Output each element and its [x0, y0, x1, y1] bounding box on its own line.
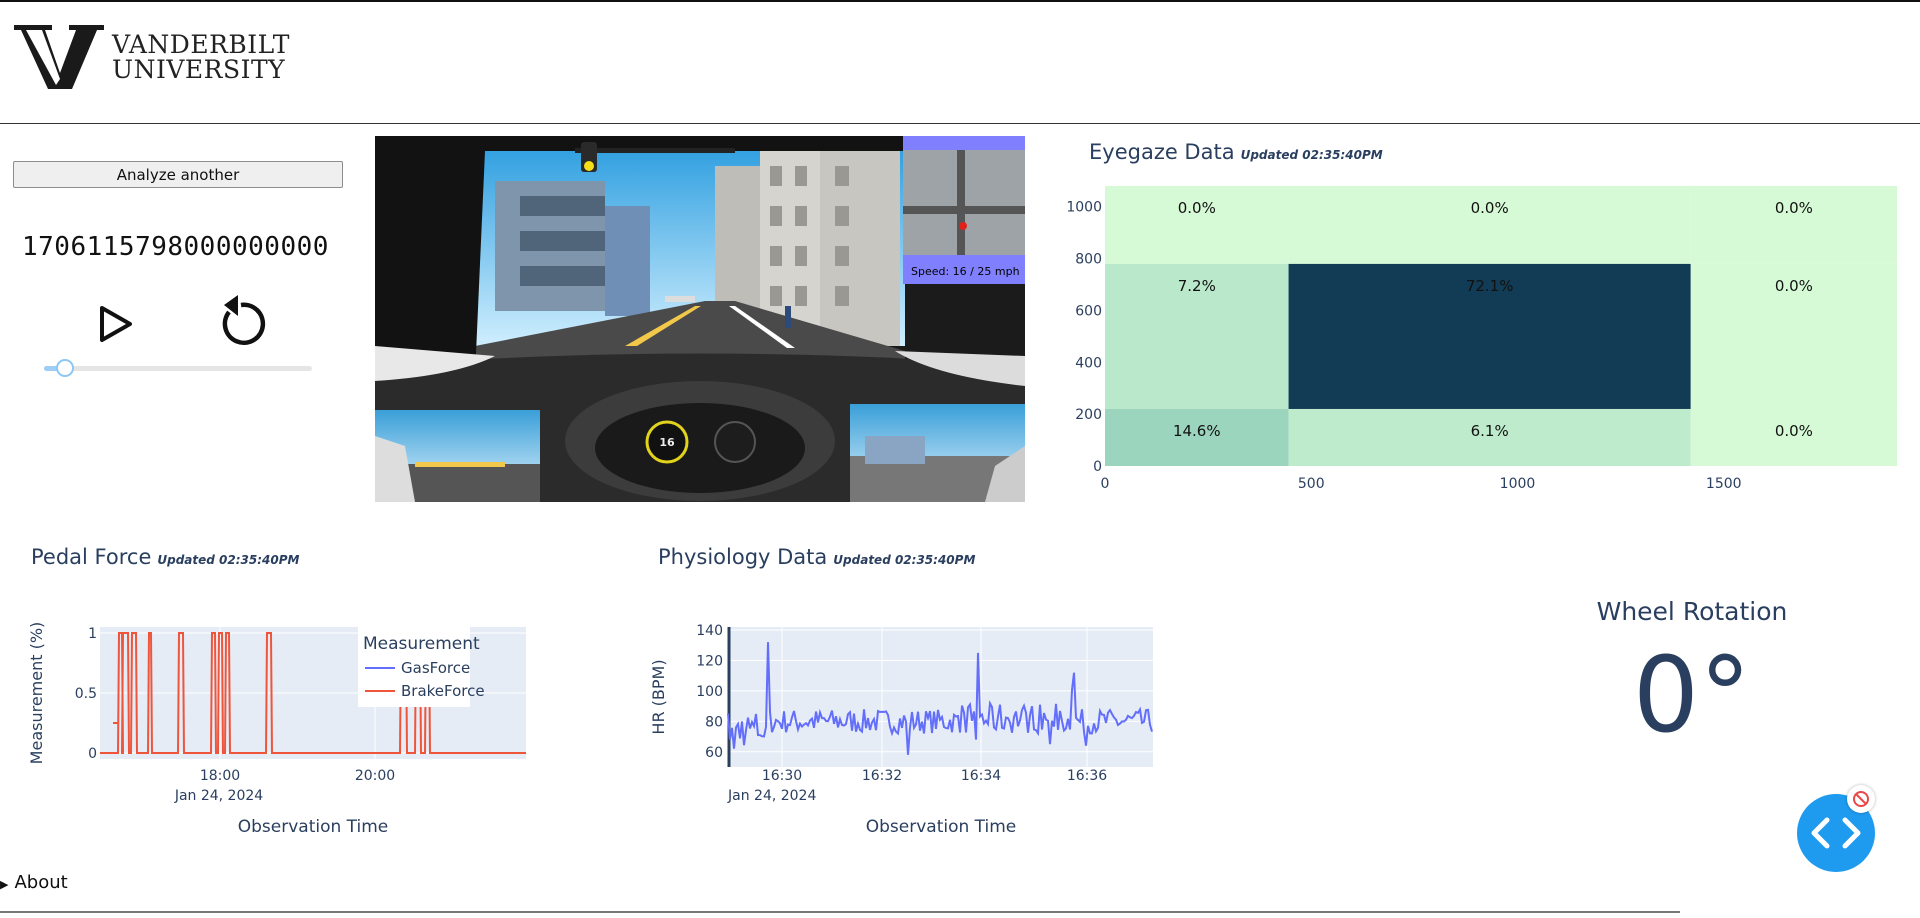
y-tick-label: 60: [705, 745, 723, 761]
speed-readout: Speed: 16 / 25 mph: [911, 265, 1020, 278]
x-axis-title: Observation Time: [238, 817, 389, 837]
logo-line2: UNIVERSITY: [112, 55, 286, 84]
logo-line1: VANDERBILT: [112, 30, 290, 59]
y-tick-label: 800: [1075, 252, 1102, 268]
y-tick-label: 100: [696, 684, 723, 700]
about-toggle[interactable]: ▶ About: [0, 872, 68, 893]
pedestrian: [785, 306, 791, 328]
map-marker-icon: [959, 222, 967, 230]
y-axis-title: HR (BPM): [649, 659, 668, 734]
y-tick-label: 80: [705, 714, 723, 730]
wheel-rotation-title: Wheel Rotation: [1596, 597, 1788, 626]
heatmap-cell: [1105, 186, 1289, 264]
left-mirror: [375, 410, 540, 502]
y-tick-label: 600: [1075, 303, 1102, 319]
x-tick-label: 20:00: [355, 768, 395, 784]
slider-thumb[interactable]: [56, 359, 75, 377]
right-mirror: [850, 404, 1025, 502]
x-tick-label: 500: [1298, 476, 1325, 490]
y-tick-label: 1000: [1066, 200, 1102, 216]
y-tick-label: 120: [696, 653, 723, 669]
logo-wordmark: VANDERBILT UNIVERSITY: [112, 32, 290, 82]
windshield-scene: [475, 146, 905, 376]
y-tick-label: 0: [88, 746, 97, 762]
vanderbilt-logo: VANDERBILT UNIVERSITY: [12, 22, 290, 92]
about-label: About: [14, 872, 68, 893]
bottom-divider: [0, 911, 1680, 913]
legend-label: GasForce: [401, 659, 470, 677]
x-tick-label: 18:00: [200, 768, 240, 784]
header: VANDERBILT UNIVERSITY: [0, 2, 1920, 124]
eyegaze-title: Eyegaze Data Updated 02:35:40PM: [1089, 140, 1383, 164]
heatmap-cell-label: 0.0%: [1775, 199, 1813, 217]
playback-slider[interactable]: [44, 359, 312, 377]
physio-title-text: Physiology Data: [658, 545, 828, 569]
plot-area: [728, 627, 1153, 767]
heatmap-cell: [1288, 186, 1691, 264]
heatmap-cell-label: 0.0%: [1178, 199, 1216, 217]
legend-title: Measurement: [363, 634, 480, 654]
eyegaze-title-text: Eyegaze Data: [1089, 140, 1235, 164]
simulator-view: 16 Speed: 16 / 25 mph: [375, 136, 1025, 502]
pedal-updated: Updated 02:35:40PM: [157, 553, 300, 567]
heatmap-cell-label: 0.0%: [1775, 277, 1813, 295]
x-tick-label: 1500: [1706, 476, 1742, 490]
vanderbilt-v-icon: [14, 25, 104, 89]
pedal-title: Pedal Force Updated 02:35:40PM: [31, 545, 299, 569]
y-tick-label: 140: [696, 623, 723, 639]
y-tick-label: 200: [1075, 407, 1102, 423]
y-tick-label: 0.5: [75, 686, 97, 702]
x-tick-label: 1000: [1500, 476, 1536, 490]
y-axis-title: Measurement (%): [27, 622, 46, 765]
legend: Measurement GasForce BrakeForce: [358, 627, 485, 707]
replay-icon[interactable]: [212, 294, 270, 352]
x-tick-label: 16:34: [961, 768, 1001, 784]
pedal-force-chart: 0 0.5 1 18:00 20:00 Jan 24, 2024 Observation T…: [27, 622, 526, 837]
heatmap-cell-label: 7.2%: [1178, 277, 1216, 295]
heatmap-cell-label: 72.1%: [1466, 277, 1514, 295]
physio-updated: Updated 02:35:40PM: [833, 553, 976, 567]
wheel-rotation-value: 0°: [1632, 634, 1752, 756]
analyze-another-button[interactable]: Analyze another: [13, 161, 343, 188]
x-tick-label: 16:30: [762, 768, 802, 784]
x-axis-title: Observation Time: [866, 817, 1017, 837]
speedometer-value: 16: [659, 436, 675, 449]
heatmap-cell-label: 6.1%: [1471, 422, 1509, 440]
disclosure-arrow-icon: ▶: [0, 878, 9, 891]
heatmap-cell: [1690, 186, 1897, 264]
timestamp-display: 1706115798000000000: [22, 232, 329, 262]
x-tick-label: 16:32: [862, 768, 902, 784]
eyegaze-updated: Updated 02:35:40PM: [1240, 148, 1383, 162]
legend-label: BrakeForce: [401, 682, 485, 700]
minimap: Speed: 16 / 25 mph: [903, 136, 1025, 284]
playback-panel: Analyze another 1706115798000000000: [0, 124, 360, 504]
y-tick-label: 0: [1093, 459, 1102, 475]
x-tick-label: 0: [1101, 476, 1110, 490]
physiology-chart: 60 80 100 120 140 16:30 16:32 16:34 16:36 Jan 24,…: [649, 623, 1153, 837]
y-tick-label: 1: [88, 626, 97, 642]
physio-title: Physiology Data Updated 02:35:40PM: [658, 545, 975, 569]
play-icon[interactable]: [94, 302, 138, 346]
heatmap-cell-label: 14.6%: [1173, 422, 1221, 440]
pedal-title-text: Pedal Force: [31, 545, 152, 569]
heatmap-cell-label: 0.0%: [1471, 199, 1509, 217]
tachometer: [714, 421, 756, 463]
y-tick-label: 400: [1075, 355, 1102, 371]
disabled-badge[interactable]: [1847, 785, 1875, 813]
x-tick-label: 16:36: [1067, 768, 1107, 784]
no-entry-icon: [1853, 791, 1869, 807]
x-date-label: Jan 24, 2024: [174, 788, 263, 804]
eyegaze-heatmap: 14.6% 6.1% 0.0% 7.2% 72.1% 0.0% 0.0% 0.0% 0.0% 0 5…: [1066, 186, 1897, 490]
heatmap-cell-label: 0.0%: [1775, 422, 1813, 440]
x-date-label: Jan 24, 2024: [727, 788, 816, 804]
